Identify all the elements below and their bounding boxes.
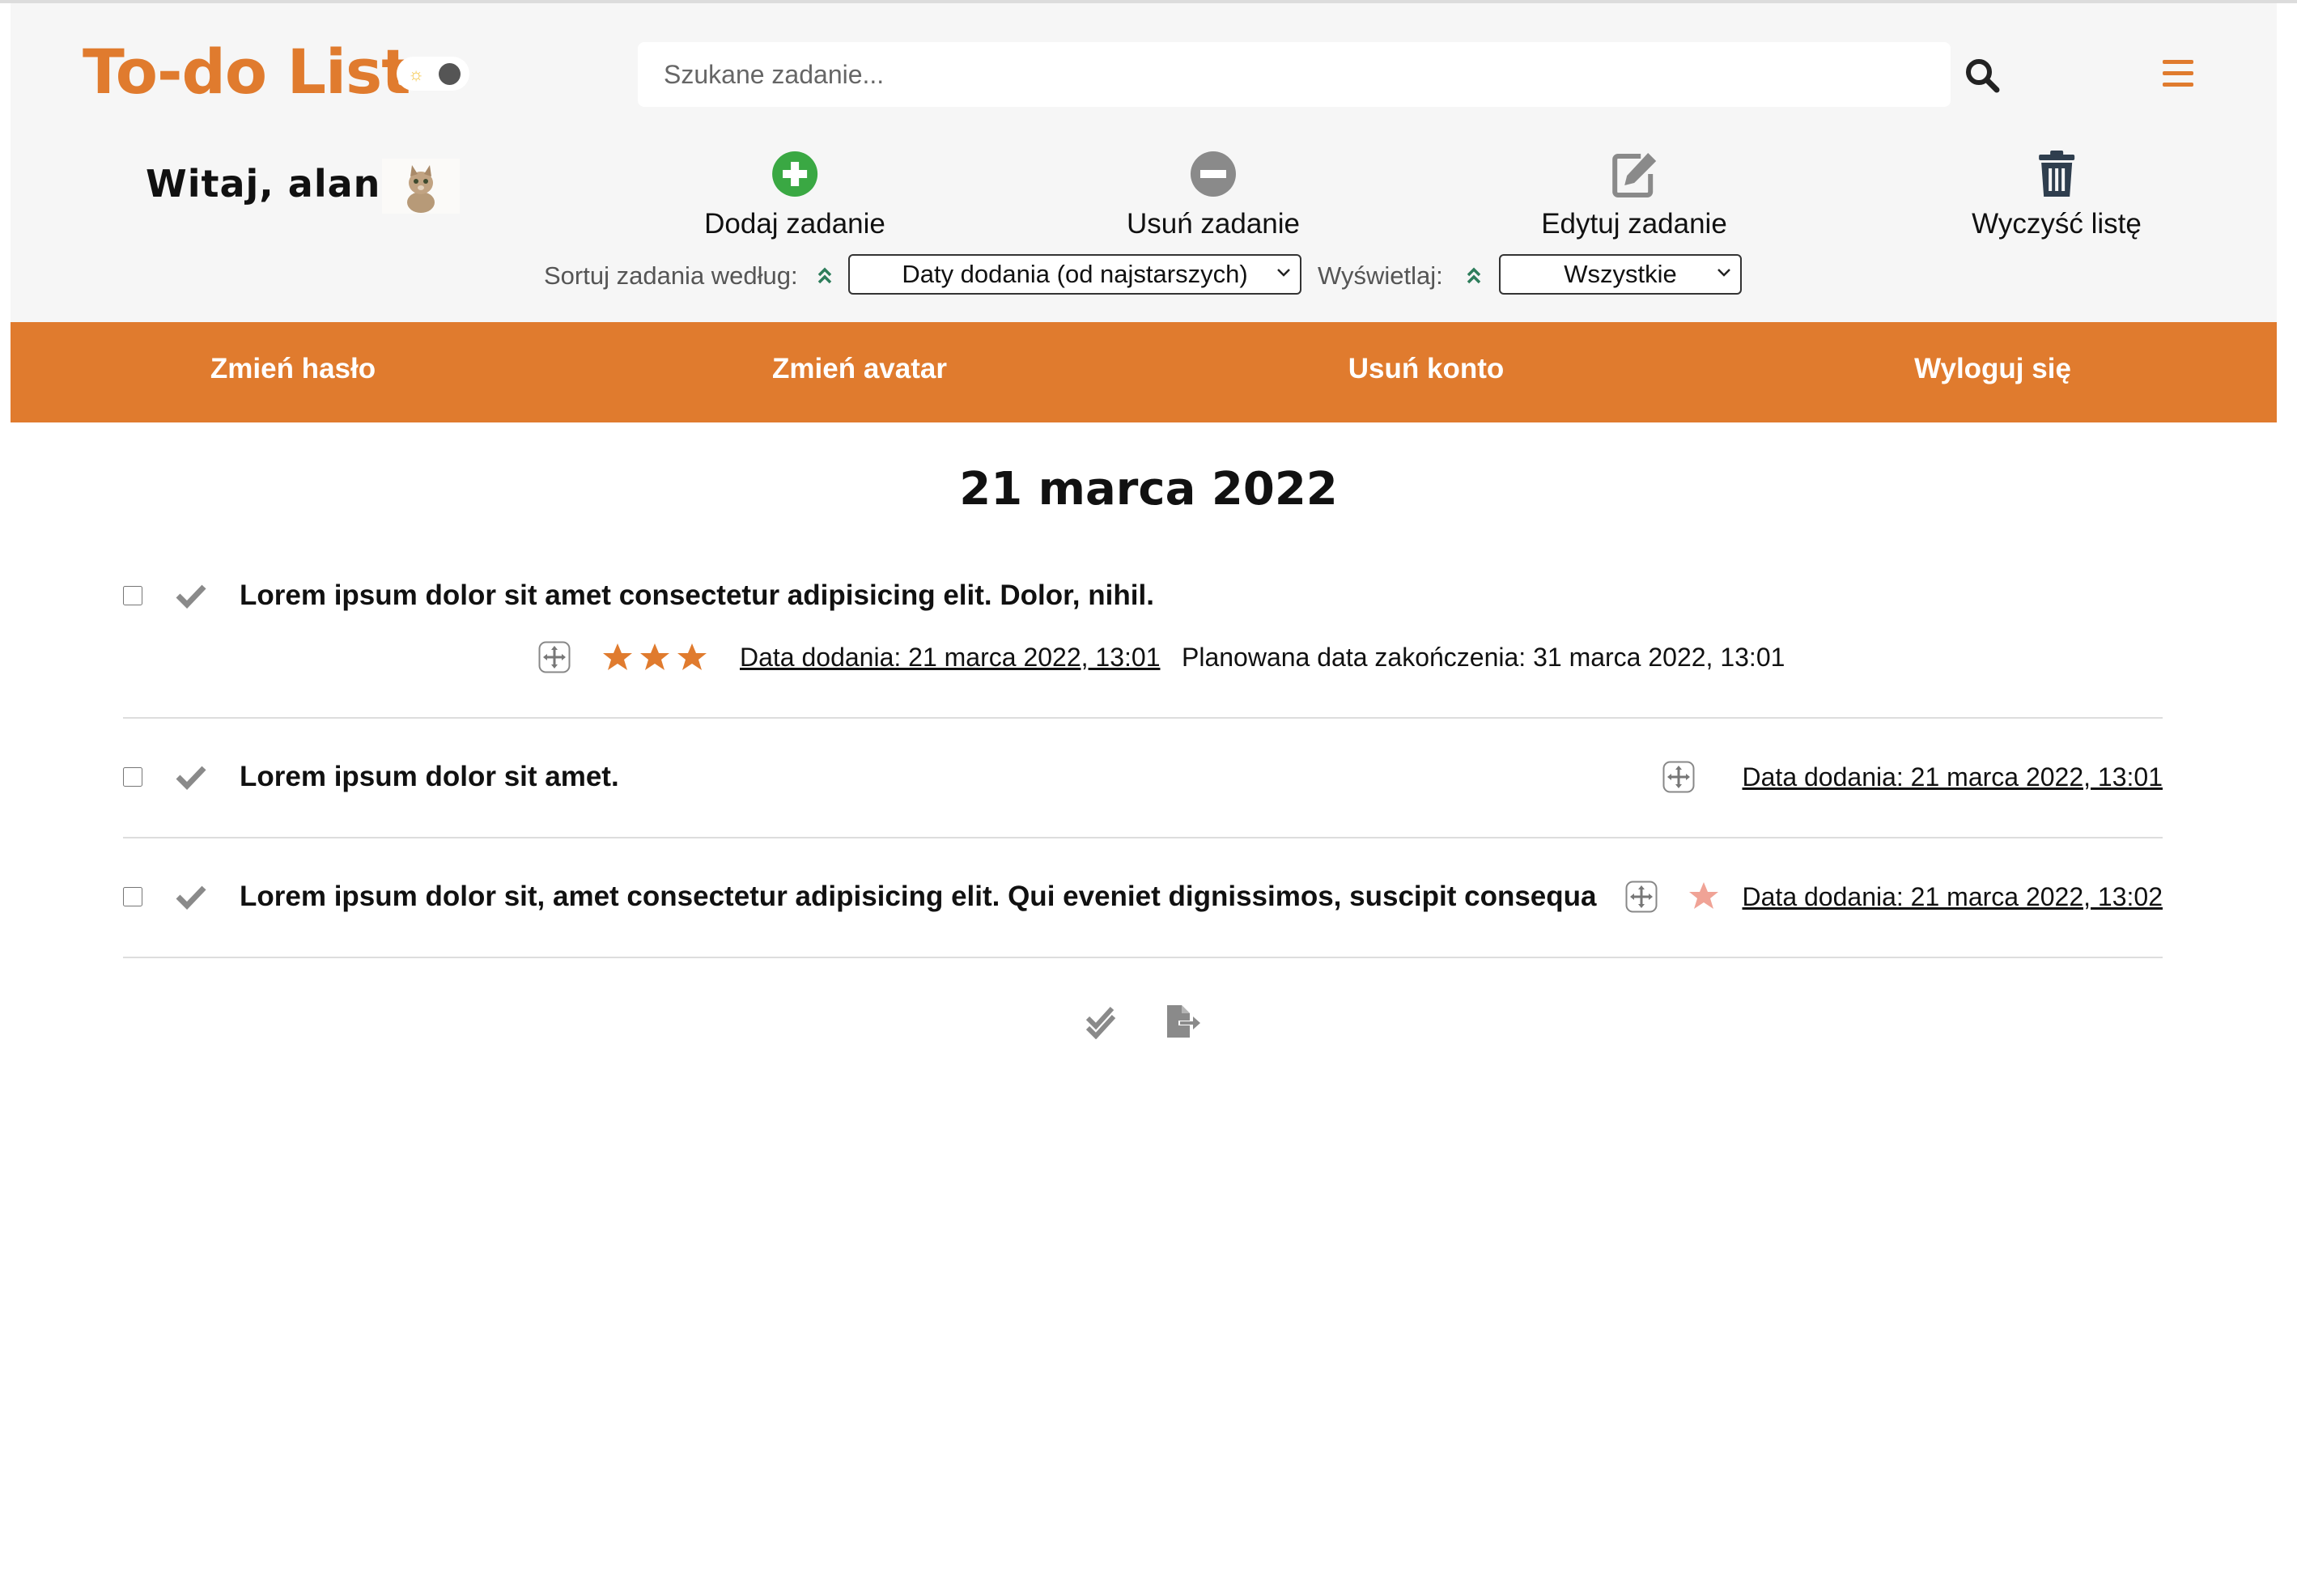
edit-task-button[interactable]: Edytuj zadanie	[1541, 150, 1727, 240]
date-added-link[interactable]: Data dodania: 21 marca 2022, 13:01	[1743, 762, 2163, 792]
chevron-down-icon	[1277, 269, 1290, 277]
account-navbar: Zmień hasło Zmień avatar Usuń konto Wylo…	[11, 322, 2277, 422]
star-icon[interactable]	[602, 643, 633, 672]
sort-select-value: Daty dodania (od najstarszych)	[902, 260, 1248, 288]
sort-label: Sortuj zadania według:	[544, 261, 798, 290]
task-checkbox[interactable]	[123, 586, 142, 605]
avatar	[382, 159, 460, 214]
star-icon[interactable]	[1688, 881, 1719, 910]
hamburger-menu-icon[interactable]	[2163, 60, 2193, 87]
display-label: Wyświetlaj:	[1318, 261, 1443, 290]
app-logo: To-do List	[83, 36, 411, 108]
task-divider	[123, 717, 2163, 719]
move-icon[interactable]	[1625, 881, 1658, 913]
check-icon[interactable]	[175, 764, 207, 790]
task-row: Lorem ipsum dolor sit amet consectetur a…	[123, 567, 2163, 696]
search-input[interactable]	[662, 58, 1926, 91]
task-checkbox[interactable]	[123, 767, 142, 787]
task-divider	[123, 957, 2163, 958]
sun-icon: ☼	[408, 64, 425, 84]
clear-list-button[interactable]: Wyczyść listę	[1972, 150, 2142, 240]
display-select[interactable]: Wszystkie	[1499, 254, 1742, 295]
plus-circle-icon	[772, 151, 817, 197]
planned-date: Planowana data zakończenia: 31 marca 202…	[1182, 643, 1785, 672]
change-avatar-link[interactable]: Zmień avatar	[772, 353, 947, 385]
task-row: Lorem ipsum dolor sit amet. Data dodania…	[123, 748, 2163, 813]
edit-task-label: Edytuj zadanie	[1541, 208, 1727, 240]
chevron-down-icon	[1717, 269, 1730, 277]
trash-icon	[2038, 151, 2074, 197]
theme-toggle[interactable]: ☼	[397, 57, 469, 91]
display-select-value: Wszystkie	[1564, 260, 1677, 288]
move-icon[interactable]	[1662, 761, 1695, 793]
date-heading: 21 marca 2022	[959, 463, 1338, 516]
change-password-link[interactable]: Zmień hasło	[210, 353, 376, 385]
task-title: Lorem ipsum dolor sit amet.	[240, 761, 619, 792]
check-icon[interactable]	[175, 884, 207, 910]
task-title: Lorem ipsum dolor sit, amet consectetur …	[240, 881, 1597, 912]
minus-circle-icon	[1190, 151, 1236, 197]
logout-link[interactable]: Wyloguj się	[1914, 353, 2071, 385]
star-icon[interactable]	[677, 643, 707, 672]
task-divider	[123, 837, 2163, 838]
sort-select[interactable]: Daty dodania (od najstarszych)	[848, 254, 1301, 295]
display-direction-icon[interactable]	[1465, 265, 1483, 287]
date-added-link[interactable]: Data dodania: 21 marca 2022, 13:02	[1743, 882, 2163, 912]
search-icon[interactable]	[1964, 57, 2001, 94]
delete-task-button[interactable]: Usuń zadanie	[1127, 150, 1300, 240]
add-task-label: Dodaj zadanie	[704, 208, 885, 240]
sort-direction-icon[interactable]	[816, 265, 834, 287]
task-row: Lorem ipsum dolor sit, amet consectetur …	[123, 868, 2163, 932]
delete-account-link[interactable]: Usuń konto	[1348, 353, 1504, 385]
delete-task-label: Usuń zadanie	[1126, 208, 1301, 240]
check-icon[interactable]	[175, 583, 207, 609]
file-export-icon[interactable]	[1165, 1004, 1201, 1039]
search-box	[638, 42, 1951, 107]
double-check-icon[interactable]	[1085, 1004, 1120, 1039]
date-added-link[interactable]: Data dodania: 21 marca 2022, 13:01	[740, 643, 1160, 673]
clear-list-label: Wyczyść listę	[1972, 208, 2142, 240]
welcome-text: Witaj, alan	[146, 162, 381, 206]
toggle-knob	[439, 63, 461, 85]
star-icon[interactable]	[639, 643, 670, 672]
edit-icon	[1611, 153, 1656, 197]
task-title: Lorem ipsum dolor sit amet consectetur a…	[240, 579, 1154, 611]
task-checkbox[interactable]	[123, 887, 142, 906]
move-icon[interactable]	[538, 641, 571, 673]
add-task-button[interactable]: Dodaj zadanie	[704, 150, 885, 240]
